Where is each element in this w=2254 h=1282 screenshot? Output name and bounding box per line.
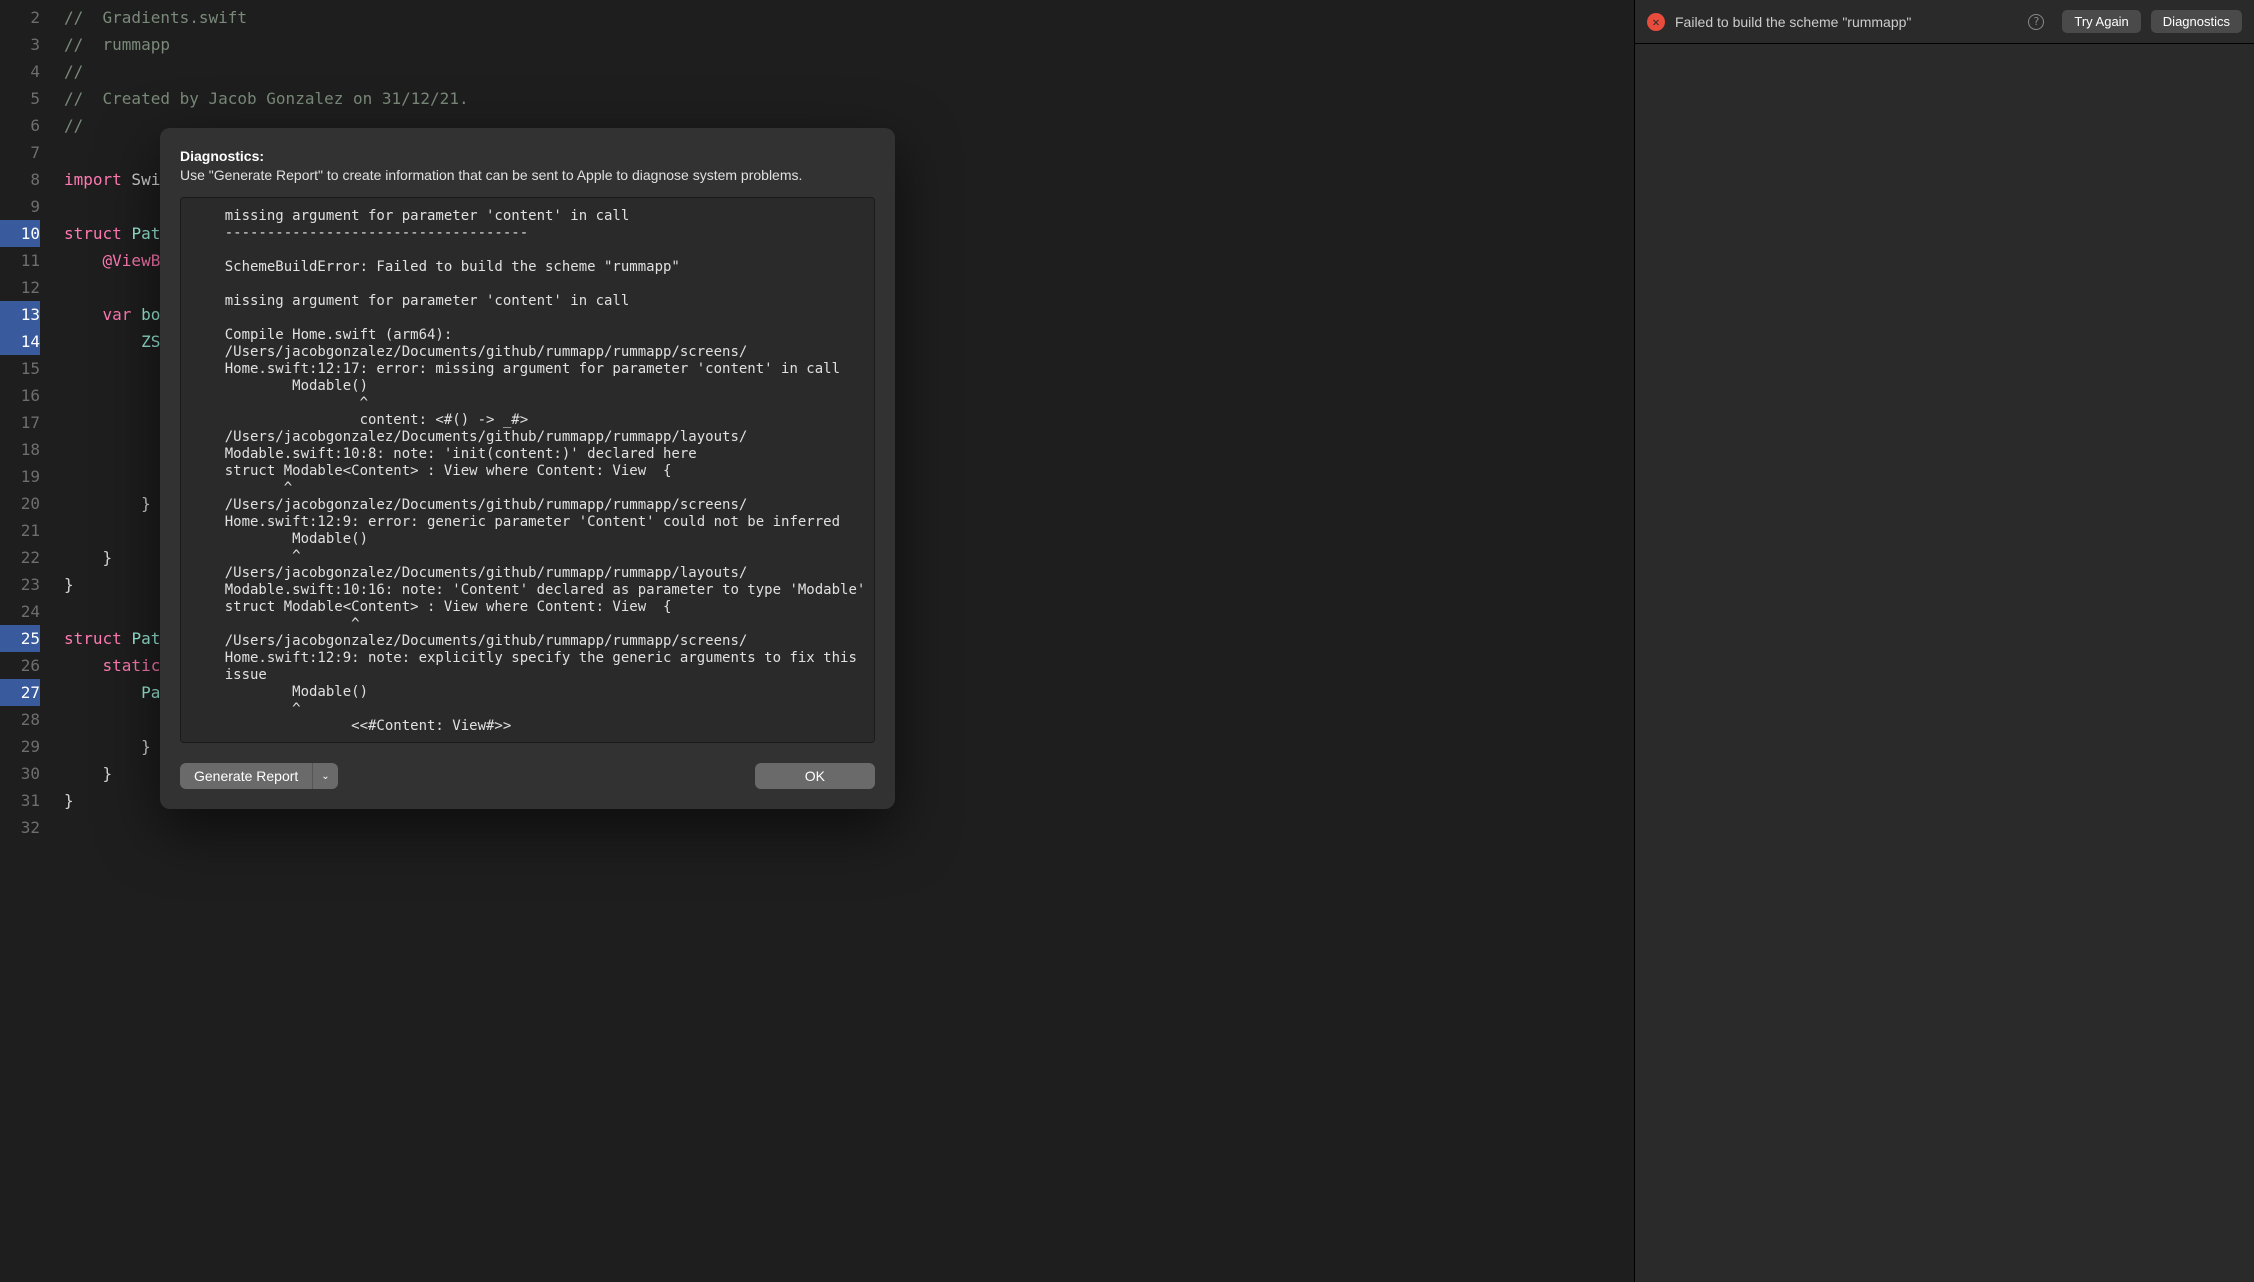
line-number: 7 (0, 139, 40, 166)
generate-report-button[interactable]: Generate Report (180, 763, 312, 789)
line-number: 24 (0, 598, 40, 625)
dialog-subtitle: Use "Generate Report" to create informat… (180, 167, 875, 183)
line-number: 16 (0, 382, 40, 409)
line-number-gutter: 2345678910111213141516171819202122232425… (0, 0, 52, 1282)
line-number: 27 (0, 679, 40, 706)
line-number: 20 (0, 490, 40, 517)
line-number: 14 (0, 328, 40, 355)
line-number: 15 (0, 355, 40, 382)
dialog-button-row: Generate Report ⌄ OK (180, 763, 875, 789)
line-number: 23 (0, 571, 40, 598)
line-number: 2 (0, 4, 40, 31)
line-number: 12 (0, 274, 40, 301)
help-icon[interactable]: ? (2028, 14, 2044, 30)
line-number: 30 (0, 760, 40, 787)
code-line[interactable]: // Gradients.swift (64, 4, 1634, 31)
diagnostics-button[interactable]: Diagnostics (2151, 10, 2242, 33)
generate-report-dropdown-icon[interactable]: ⌄ (312, 763, 337, 789)
line-number: 4 (0, 58, 40, 85)
diagnostics-dialog: Diagnostics: Use "Generate Report" to cr… (160, 128, 895, 809)
line-number: 25 (0, 625, 40, 652)
generate-report-group: Generate Report ⌄ (180, 763, 338, 789)
try-again-button[interactable]: Try Again (2062, 10, 2140, 33)
line-number: 13 (0, 301, 40, 328)
code-line[interactable]: // Created by Jacob Gonzalez on 31/12/21… (64, 85, 1634, 112)
line-number: 28 (0, 706, 40, 733)
code-line[interactable]: // rummapp (64, 31, 1634, 58)
line-number: 9 (0, 193, 40, 220)
code-line[interactable] (64, 814, 1634, 841)
line-number: 22 (0, 544, 40, 571)
line-number: 26 (0, 652, 40, 679)
line-number: 32 (0, 814, 40, 841)
line-number: 21 (0, 517, 40, 544)
right-panel: ✕ Failed to build the scheme "rummapp" ?… (1634, 0, 2254, 1282)
line-number: 6 (0, 112, 40, 139)
code-line[interactable]: // (64, 58, 1634, 85)
diagnostics-text-area[interactable] (180, 197, 875, 743)
dialog-title: Diagnostics: (180, 148, 875, 164)
build-error-text: Failed to build the scheme "rummapp" (1675, 14, 2018, 30)
line-number: 3 (0, 31, 40, 58)
line-number: 10 (0, 220, 40, 247)
line-number: 19 (0, 463, 40, 490)
line-number: 5 (0, 85, 40, 112)
line-number: 29 (0, 733, 40, 760)
line-number: 8 (0, 166, 40, 193)
line-number: 18 (0, 436, 40, 463)
ok-button[interactable]: OK (755, 763, 875, 789)
build-status-bar: ✕ Failed to build the scheme "rummapp" ?… (1635, 0, 2254, 44)
line-number: 11 (0, 247, 40, 274)
line-number: 31 (0, 787, 40, 814)
line-number: 17 (0, 409, 40, 436)
error-icon: ✕ (1647, 13, 1665, 31)
